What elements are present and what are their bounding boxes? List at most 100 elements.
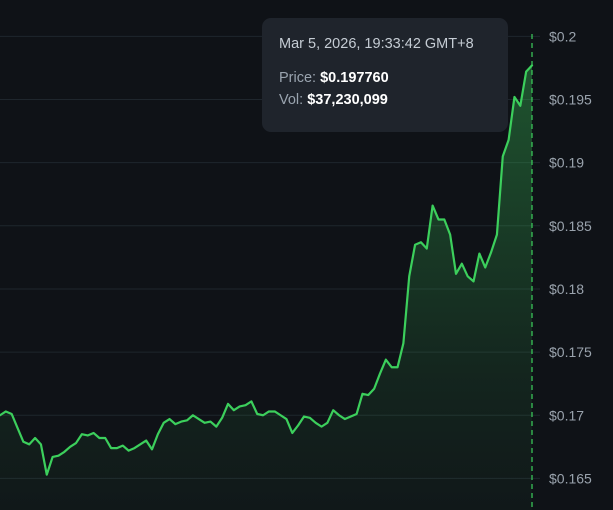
price-point <box>16 427 18 429</box>
price-point <box>332 409 334 411</box>
price-point <box>379 372 381 374</box>
price-point <box>344 418 346 420</box>
price-point <box>186 419 188 421</box>
price-point <box>110 447 112 449</box>
y-tick-label: $0.17 <box>549 407 584 423</box>
price-area <box>0 65 532 510</box>
price-point <box>314 422 316 424</box>
price-point <box>174 423 176 425</box>
price-point <box>233 409 235 411</box>
price-point <box>10 413 12 415</box>
price-point <box>75 442 77 444</box>
price-point <box>355 413 357 415</box>
price-point <box>168 418 170 420</box>
price-point <box>367 394 369 396</box>
price-point <box>274 410 276 412</box>
y-tick-label: $0.185 <box>549 218 592 234</box>
tooltip-vol-row: Vol: $37,230,099 <box>279 92 492 108</box>
price-point <box>180 420 182 422</box>
price-point <box>22 441 24 443</box>
price-point <box>34 437 36 439</box>
price-point <box>502 155 504 157</box>
price-point <box>490 251 492 253</box>
price-point <box>250 400 252 402</box>
price-point <box>449 233 451 235</box>
price-point <box>127 449 129 451</box>
price-point <box>437 218 439 220</box>
price-point <box>531 64 533 66</box>
price-point <box>303 415 305 417</box>
price-point <box>513 96 515 98</box>
price-point <box>116 447 118 449</box>
price-point <box>268 410 270 412</box>
tooltip-timestamp: Mar 5, 2026, 19:33:42 GMT+8 <box>279 36 474 52</box>
price-point <box>285 418 287 420</box>
tooltip-vol-label: Vol: <box>279 92 304 108</box>
price-point <box>466 275 468 277</box>
price-point <box>133 447 135 449</box>
y-tick-label: $0.175 <box>549 344 592 360</box>
price-point <box>51 456 53 458</box>
price-point <box>519 105 521 107</box>
price-point <box>279 414 281 416</box>
tooltip-price-label: Price: <box>279 70 317 86</box>
price-point <box>472 280 474 282</box>
price-point <box>291 432 293 434</box>
price-point <box>326 422 328 424</box>
price-point <box>151 448 153 450</box>
price-point <box>244 404 246 406</box>
price-point <box>238 405 240 407</box>
price-point <box>221 417 223 419</box>
price-point <box>455 273 457 275</box>
price-point <box>104 437 106 439</box>
price-point <box>28 443 30 445</box>
price-point <box>162 422 164 424</box>
price-point <box>57 454 59 456</box>
price-point <box>92 432 94 434</box>
price-point <box>361 393 363 395</box>
y-tick-label: $0.165 <box>549 470 592 486</box>
price-point <box>157 433 159 435</box>
price-point <box>431 204 433 206</box>
price-point <box>5 410 7 412</box>
price-chart-widget[interactable]: $0.2 $0.195 $0.19 $0.185 $0.18 $0.175 $0.17 $0.… <box>0 0 613 510</box>
price-point <box>507 139 509 141</box>
y-tick-label: $0.195 <box>549 91 592 107</box>
price-tooltip: Mar 5, 2026, 19:33:42 GMT+8 Price: $0.19… <box>262 18 508 132</box>
price-point <box>40 443 42 445</box>
price-point <box>256 413 258 415</box>
tooltip-price-value: $0.197760 <box>320 70 389 86</box>
price-point <box>309 417 311 419</box>
price-point <box>525 70 527 72</box>
price-point <box>139 443 141 445</box>
price-point <box>478 252 480 254</box>
price-point <box>145 439 147 441</box>
price-point <box>414 244 416 246</box>
price-point <box>209 420 211 422</box>
price-point <box>420 241 422 243</box>
price-point <box>203 422 205 424</box>
price-point <box>86 434 88 436</box>
price-point <box>46 473 48 475</box>
price-point <box>373 388 375 390</box>
price-point <box>81 433 83 435</box>
price-point <box>192 414 194 416</box>
price-point <box>227 403 229 405</box>
price-point <box>408 275 410 277</box>
price-point <box>402 342 404 344</box>
price-point <box>484 266 486 268</box>
y-axis: $0.2 $0.195 $0.19 $0.185 $0.18 $0.175 $0.17 $0.… <box>549 28 592 486</box>
price-point <box>443 218 445 220</box>
tooltip-price-row: Price: $0.197760 <box>279 70 492 86</box>
price-point <box>320 425 322 427</box>
y-tick-label: $0.2 <box>549 28 576 44</box>
price-point <box>63 451 65 453</box>
price-point <box>396 366 398 368</box>
price-point <box>338 414 340 416</box>
price-point <box>426 247 428 249</box>
price-point <box>98 437 100 439</box>
tooltip-vol-value: $37,230,099 <box>307 92 388 108</box>
price-point <box>297 424 299 426</box>
price-point <box>385 358 387 360</box>
y-tick-label: $0.18 <box>549 281 584 297</box>
